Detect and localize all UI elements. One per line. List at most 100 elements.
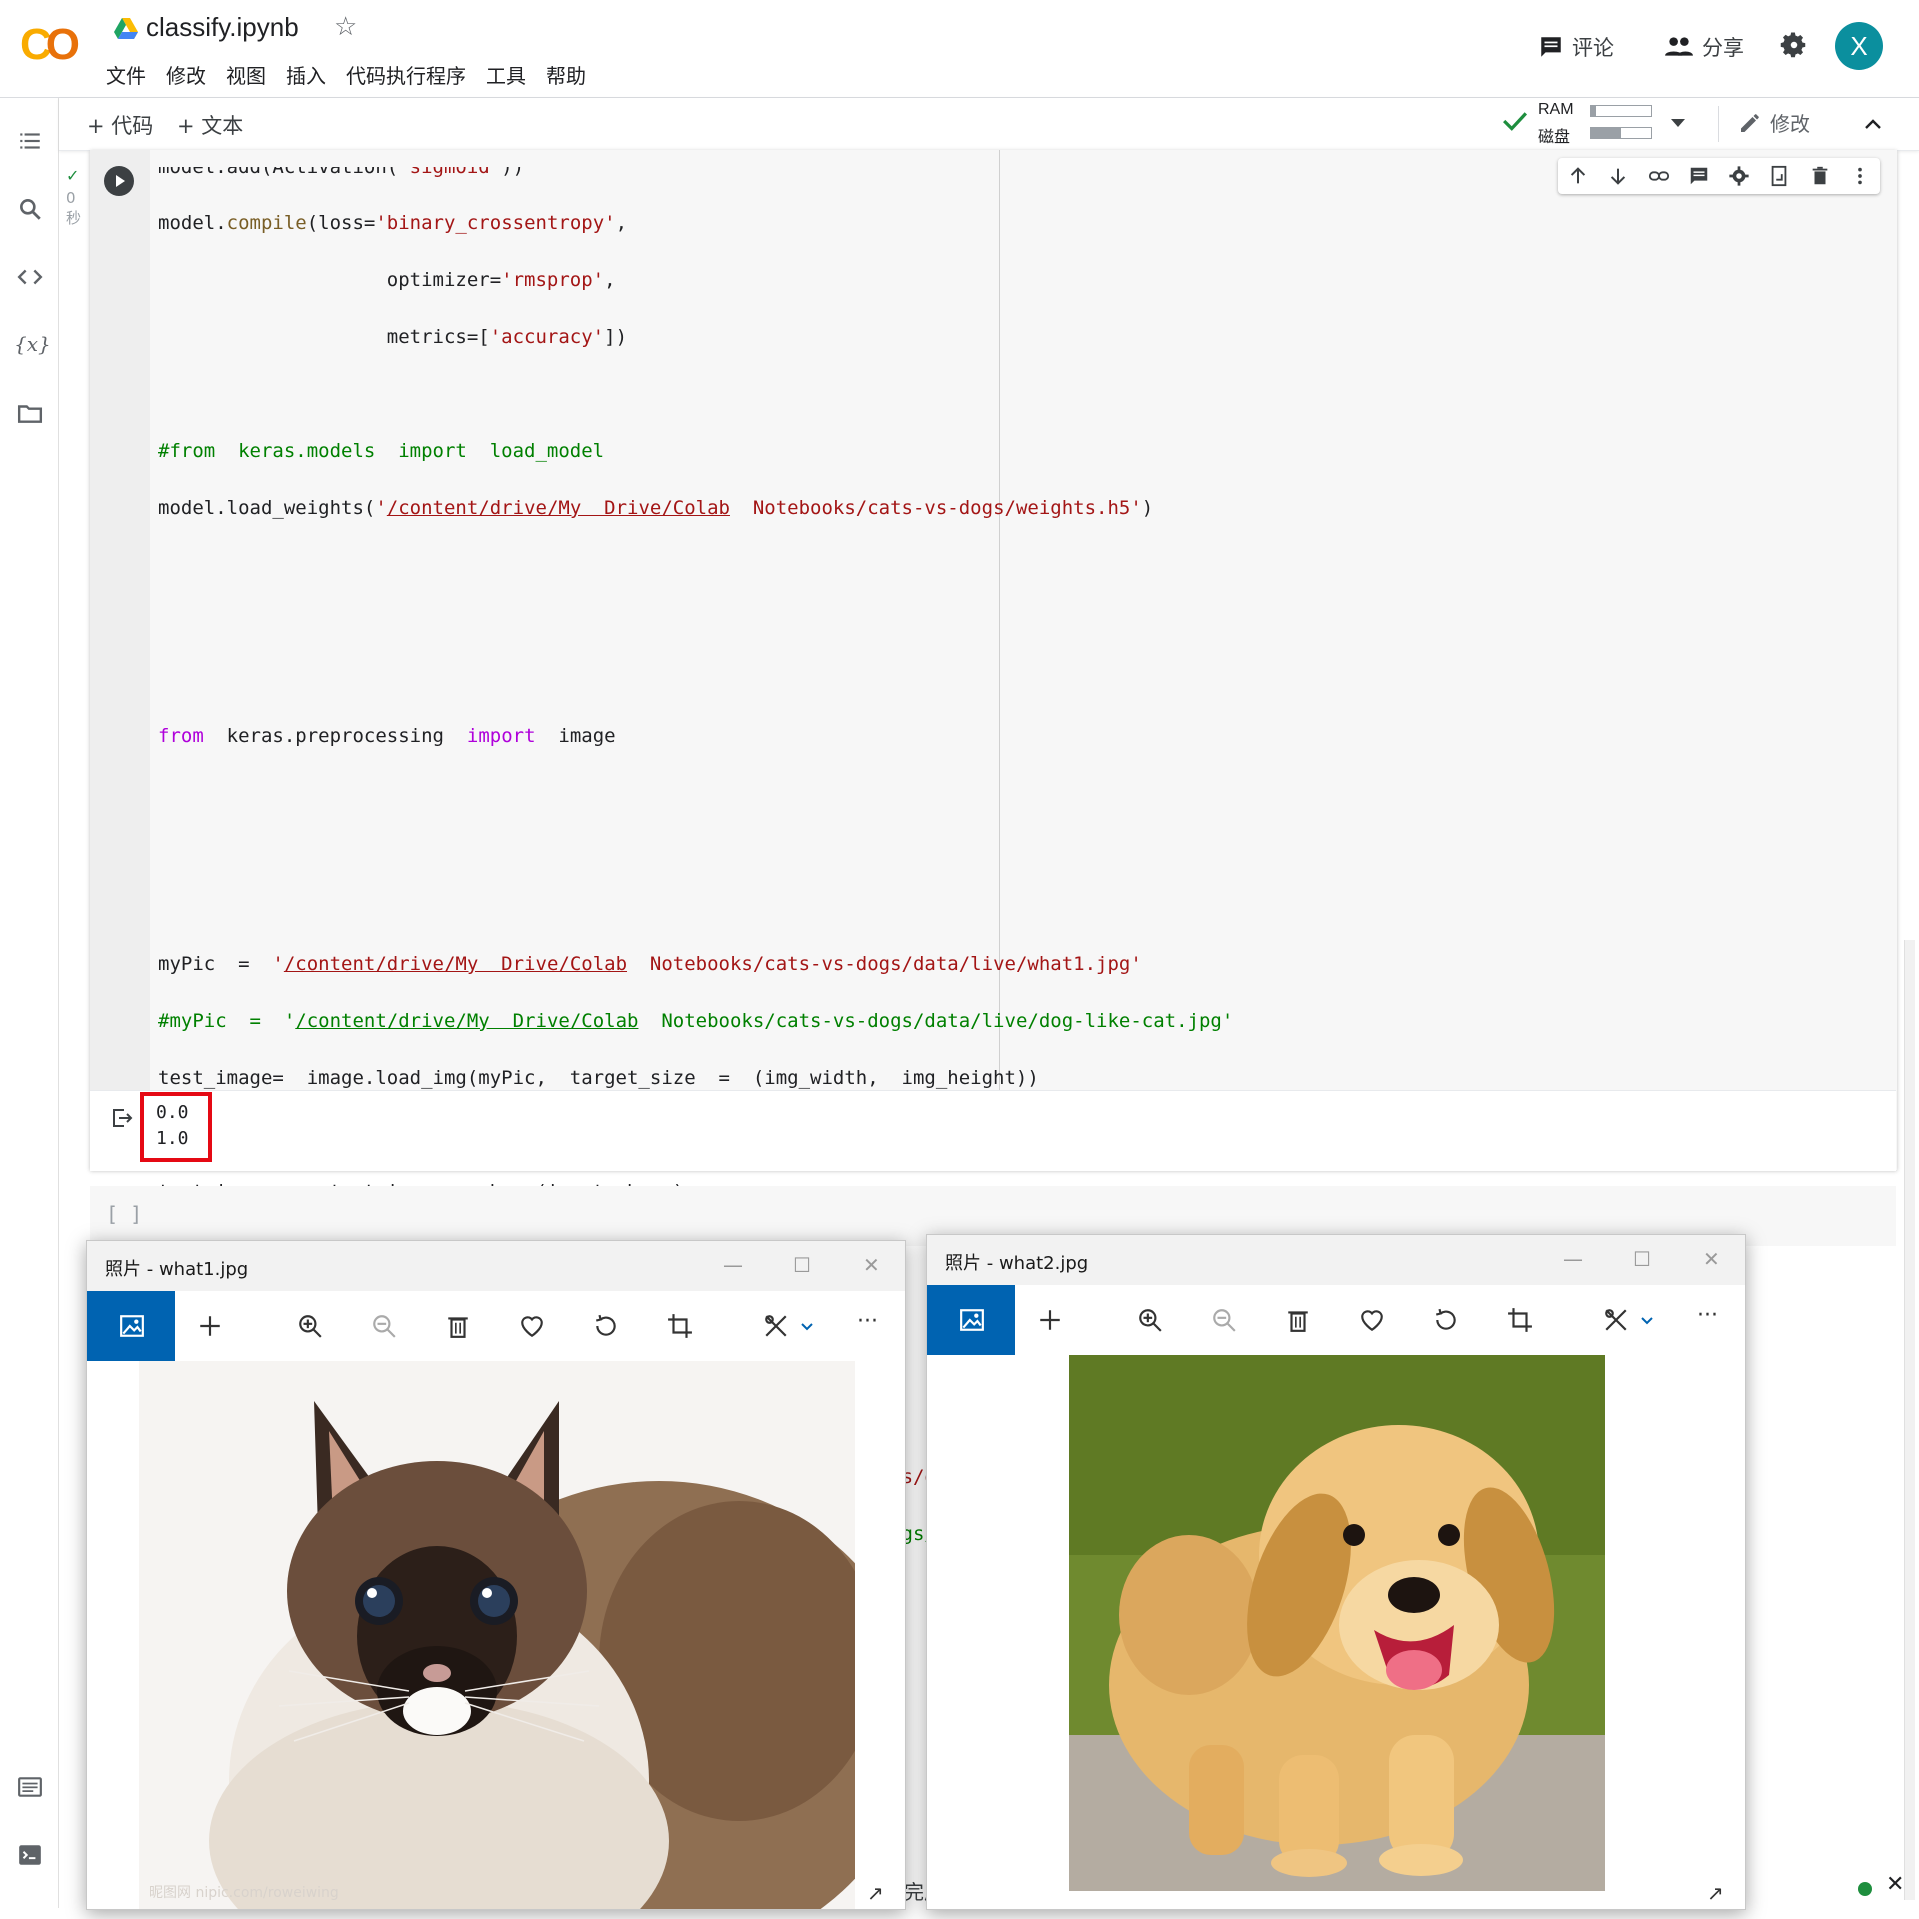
rotate-icon[interactable] <box>593 1313 619 1339</box>
connected-check-icon <box>1503 112 1528 131</box>
photo-viewer-window-2[interactable]: 照片 - what2.jpg — ☐ ✕ ··· ↗ <box>926 1234 1746 1910</box>
rotate-icon[interactable] <box>1433 1307 1459 1333</box>
menu-help[interactable]: 帮助 <box>546 60 586 89</box>
status-dot <box>1858 1882 1872 1896</box>
menu-file[interactable]: 文件 <box>106 60 146 89</box>
add-text-button[interactable]: + 文本 <box>177 110 243 140</box>
ram-meter[interactable] <box>1590 105 1652 117</box>
zoom-out-icon[interactable] <box>371 1313 397 1339</box>
photo-viewer-window-1[interactable]: 照片 - what1.jpg — ☐ ✕ ··· 昵图网 nipic.com/r… <box>86 1240 906 1910</box>
edit-mode-button[interactable]: 修改 <box>1738 108 1810 137</box>
settings-gear-icon[interactable] <box>1779 30 1809 60</box>
cell-toolbar <box>1558 158 1880 194</box>
menu-runtime[interactable]: 代码执行程序 <box>346 60 466 89</box>
more-options-icon[interactable]: ··· <box>857 1309 883 1335</box>
user-avatar[interactable]: X <box>1835 22 1883 70</box>
menu-insert[interactable]: 插入 <box>286 60 326 89</box>
delete-icon[interactable] <box>1285 1307 1311 1333</box>
more-options-icon[interactable]: ··· <box>1697 1303 1723 1329</box>
star-icon[interactable]: ☆ <box>334 12 357 42</box>
move-up-icon[interactable] <box>1567 165 1589 187</box>
colab-logo[interactable]: CO <box>20 20 86 70</box>
ram-meter-fill <box>1591 106 1596 116</box>
notebook-title[interactable]: classify.ipynb <box>146 12 299 43</box>
chevron-up-icon[interactable] <box>1861 112 1885 136</box>
close-icon[interactable]: ✕ <box>863 1253 880 1277</box>
chevron-down-icon[interactable] <box>1668 116 1688 130</box>
comment-icon[interactable] <box>1688 165 1710 187</box>
left-rail: {x} <box>0 98 59 1908</box>
link-icon[interactable] <box>1648 165 1670 187</box>
cell-gutter <box>90 150 150 1090</box>
close-icon[interactable]: ✕ <box>1703 1247 1720 1271</box>
output-redirect-icon[interactable] <box>110 1106 134 1130</box>
window-titlebar[interactable]: 照片 - what2.jpg — ☐ ✕ <box>927 1235 1745 1285</box>
zoom-in-icon[interactable] <box>297 1313 323 1339</box>
mirror-cell-icon[interactable] <box>1768 165 1790 187</box>
chevron-down-icon[interactable] <box>1639 1307 1655 1333</box>
comment-button[interactable]: 评论 <box>1538 32 1614 62</box>
edit-enhance-icon[interactable] <box>1603 1307 1629 1333</box>
code-line: model.compile(loss='binary_crossentropy'… <box>158 212 628 234</box>
close-icon[interactable]: ✕ <box>1886 1872 1904 1897</box>
menu-tools[interactable]: 工具 <box>486 60 526 89</box>
comment-icon <box>1541 37 1561 57</box>
zoom-out-icon[interactable] <box>1211 1307 1237 1333</box>
scrollbar[interactable] <box>1904 940 1915 1900</box>
cell-settings-icon[interactable] <box>1728 165 1750 187</box>
chevron-down-icon[interactable] <box>799 1313 815 1339</box>
play-icon <box>116 175 125 187</box>
exec-status-check: ✓ <box>66 166 80 185</box>
code-line: #from keras.models import load_model <box>158 440 605 462</box>
command-palette-icon[interactable] <box>17 1774 43 1800</box>
window-titlebar[interactable]: 照片 - what1.jpg — ☐ ✕ <box>87 1241 905 1291</box>
folder-icon[interactable] <box>17 400 43 426</box>
table-of-contents-icon[interactable] <box>17 128 43 154</box>
minimize-icon[interactable]: — <box>723 1253 743 1277</box>
maximize-icon[interactable]: ☐ <box>1633 1247 1651 1271</box>
delete-icon[interactable] <box>1809 165 1831 187</box>
photo-watermark: 昵图网 nipic.com/roweiwing <box>149 1885 339 1901</box>
crop-icon[interactable] <box>667 1313 693 1339</box>
add-code-button[interactable]: + 代码 <box>87 110 153 140</box>
dog-photo <box>1069 1355 1605 1891</box>
code-snippets-icon[interactable] <box>17 264 43 290</box>
more-vert-icon[interactable] <box>1849 165 1871 187</box>
edit-enhance-icon[interactable] <box>763 1313 789 1339</box>
crop-icon[interactable] <box>1507 1307 1533 1333</box>
cat-photo: 昵图网 nipic.com/roweiwing <box>139 1361 855 1909</box>
view-photo-button[interactable] <box>87 1291 175 1361</box>
expand-icon[interactable]: ↗ <box>1707 1881 1724 1905</box>
heart-icon[interactable] <box>1359 1307 1385 1333</box>
search-icon[interactable] <box>17 196 43 222</box>
maximize-icon[interactable]: ☐ <box>793 1253 811 1277</box>
share-label: 分享 <box>1702 36 1744 60</box>
menu-bar: 文件 修改 视图 插入 代码执行程序 工具 帮助 <box>106 60 586 89</box>
highlight-box <box>140 1092 212 1162</box>
run-cell-button[interactable] <box>104 166 134 196</box>
minimize-icon[interactable]: — <box>1563 1247 1583 1271</box>
exec-time: 0 秒 <box>66 189 82 227</box>
share-button[interactable]: 分享 <box>1664 32 1744 62</box>
expand-icon[interactable]: ↗ <box>867 1881 884 1905</box>
add-icon[interactable] <box>1037 1307 1063 1333</box>
zoom-in-icon[interactable] <box>1137 1307 1163 1333</box>
view-photo-button[interactable] <box>927 1285 1015 1355</box>
add-icon[interactable] <box>197 1313 223 1339</box>
delete-icon[interactable] <box>445 1313 471 1339</box>
code-line: optimizer='rmsprop', <box>158 269 616 291</box>
variables-icon[interactable]: {x} <box>14 332 51 358</box>
disk-meter[interactable] <box>1590 127 1652 139</box>
terminal-icon[interactable] <box>17 1842 43 1868</box>
heart-icon[interactable] <box>519 1313 545 1339</box>
menu-view[interactable]: 视图 <box>226 60 266 89</box>
ram-label: RAM <box>1538 101 1574 118</box>
pencil-icon <box>1741 113 1759 132</box>
google-drive-icon <box>114 18 138 39</box>
move-down-icon[interactable] <box>1607 165 1629 187</box>
menu-edit[interactable]: 修改 <box>166 60 206 89</box>
